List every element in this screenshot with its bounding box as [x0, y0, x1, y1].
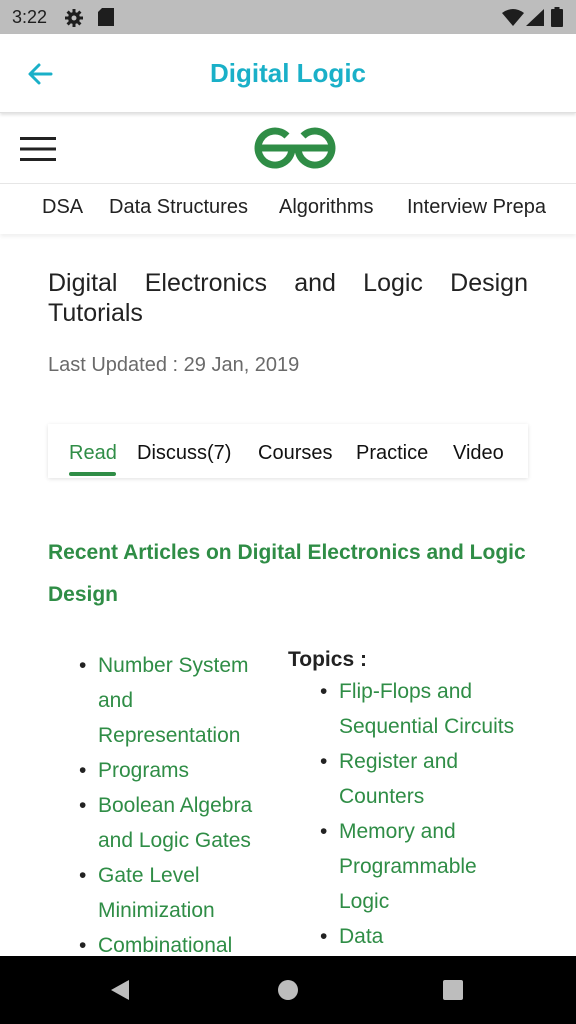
list-item-link[interactable]: Programs — [98, 759, 189, 782]
system-nav-bar — [0, 956, 576, 1024]
list-item-link[interactable]: Combinational — [98, 934, 232, 957]
list-item[interactable]: • Register and Counters — [320, 744, 529, 814]
nav-item-data-structures[interactable]: Data Structures — [109, 196, 248, 219]
topics-list: • Flip-Flops and Sequential Circuits • Reg… — [320, 674, 529, 989]
battery-icon — [551, 7, 563, 27]
topics-label: Topics : — [288, 648, 367, 671]
nav-item-dsa[interactable]: DSA — [42, 196, 83, 219]
last-updated: Last Updated : 29 Jan, 2019 — [48, 354, 300, 376]
gear-icon — [65, 9, 83, 27]
status-time: 3:22 — [12, 7, 48, 27]
wifi-icon — [502, 9, 524, 26]
category-nav: DSA Data Structures Algorithms Interview… — [0, 184, 576, 234]
active-tab-indicator — [69, 472, 116, 476]
status-bar: 3:22 — [0, 0, 576, 34]
list-item[interactable]: • Flip-Flops and Sequential Circuits — [320, 674, 529, 744]
nav-item-algorithms[interactable]: Algorithms — [279, 196, 373, 219]
tab-courses[interactable]: Courses — [258, 442, 332, 465]
site-header — [0, 115, 576, 184]
tab-discuss[interactable]: Discuss(7) — [137, 442, 231, 465]
left-article-list: • Number System and Representation • Progr… — [79, 648, 270, 963]
list-item-link[interactable]: Register and Counters — [339, 750, 458, 808]
list-item-link[interactable]: Memory and Programmable Logic — [339, 820, 477, 913]
hamburger-menu-icon[interactable] — [20, 135, 58, 163]
app-bar: Digital Logic — [0, 34, 576, 113]
back-triangle-icon[interactable] — [108, 978, 132, 1002]
home-circle-icon[interactable] — [276, 978, 300, 1002]
tab-practice[interactable]: Practice — [356, 442, 428, 465]
list-item-link[interactable]: Gate Level Minimization — [98, 864, 215, 922]
list-item-link[interactable]: Flip-Flops and Sequential Circuits — [339, 680, 514, 738]
article-title: Digital Electronics and Logic Design — [48, 269, 528, 297]
list-item-link[interactable]: Number System and Representation — [98, 654, 249, 747]
list-item[interactable]: • Programs — [79, 753, 270, 788]
signal-icon — [526, 9, 544, 26]
list-item-link[interactable]: Boolean Algebra and Logic Gates — [98, 794, 252, 852]
nav-item-interview-prep[interactable]: Interview Prepa — [407, 196, 546, 219]
article-tabs: Read Discuss(7) Courses Practice Video — [48, 424, 528, 478]
section-heading: Recent Articles on Digital Electronics a… — [48, 541, 526, 606]
tab-video[interactable]: Video — [453, 442, 504, 465]
gfg-logo-icon[interactable] — [252, 123, 338, 173]
article-title-continued: Tutorials — [48, 299, 143, 327]
list-item[interactable]: • Number System and Representation — [79, 648, 270, 753]
sd-card-icon — [98, 8, 114, 26]
list-item[interactable]: • Boolean Algebra and Logic Gates — [79, 788, 270, 858]
list-item[interactable]: • Gate Level Minimization — [79, 858, 270, 928]
list-item[interactable]: • Memory and Programmable Logic — [320, 814, 529, 919]
recents-square-icon[interactable] — [442, 979, 464, 1001]
app-title: Digital Logic — [210, 58, 366, 88]
tab-read[interactable]: Read — [69, 442, 117, 465]
